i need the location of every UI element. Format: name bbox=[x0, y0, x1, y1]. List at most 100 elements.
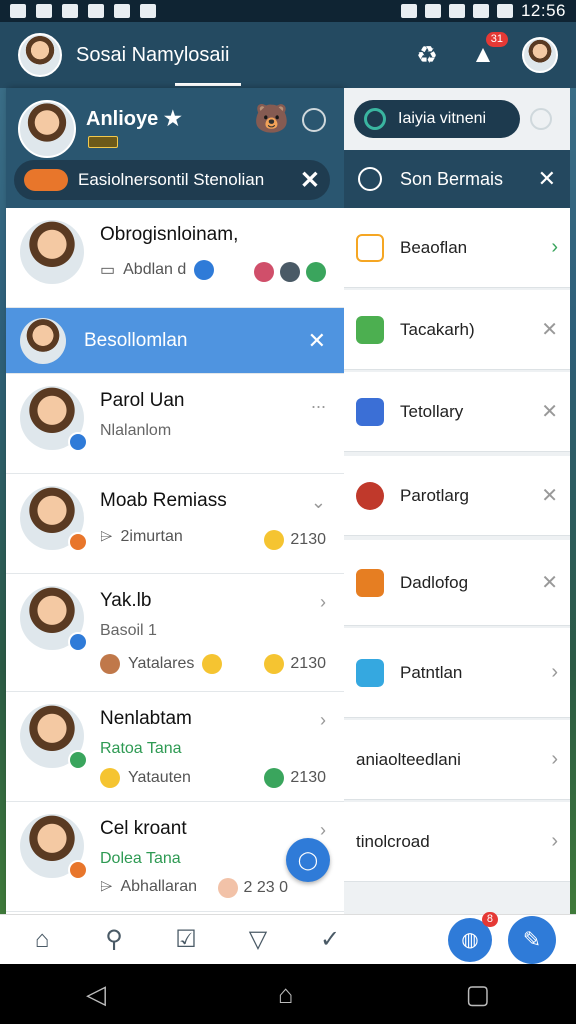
open-button[interactable]: › bbox=[320, 592, 326, 613]
panel-close-button[interactable]: ✕ bbox=[538, 166, 556, 192]
notice-text: Easiolnersontil Stenolian bbox=[78, 170, 265, 189]
recents-icon[interactable]: ▢ bbox=[465, 979, 490, 1010]
item-subtitle: Basoil 1 bbox=[100, 622, 157, 639]
item-title: Besollomlan bbox=[84, 330, 188, 351]
panel-title: Son Bermais bbox=[400, 168, 504, 189]
smile-icon bbox=[202, 654, 223, 674]
system-nav: ◁ ⌂ ▢ bbox=[0, 964, 576, 1024]
list-item[interactable]: Yak.lb Basoil 1 › Yatalares 2130 bbox=[6, 574, 344, 692]
panel-item[interactable]: Tetollary ✕ bbox=[344, 372, 570, 452]
battery-icon bbox=[496, 4, 513, 18]
panel-header: Son Bermais ✕ bbox=[344, 150, 570, 208]
list-item[interactable]: Nenlabtam Ratoa Tana › Yatauten 2130 bbox=[6, 692, 344, 802]
panel-item[interactable]: Patntlan › bbox=[344, 628, 570, 718]
status-badge bbox=[68, 432, 88, 452]
app-bar: Sosai Namylosaii ♻ ▲ 31 bbox=[0, 22, 576, 88]
panel-item[interactable]: aniaolteedlani › bbox=[344, 720, 570, 800]
refresh-button[interactable]: ♻ bbox=[410, 38, 444, 72]
panel-search[interactable]: Iaiyia vitneni bbox=[354, 100, 520, 138]
check-icon bbox=[356, 315, 384, 344]
back-icon[interactable]: ◁ bbox=[86, 979, 106, 1010]
nav-home[interactable]: ⌂ bbox=[20, 918, 64, 962]
item-meta: ▭ Abdlan d bbox=[100, 260, 215, 280]
item-count: 2130 bbox=[264, 654, 326, 674]
account-avatar[interactable] bbox=[522, 37, 558, 73]
panel-toggle-icon[interactable] bbox=[530, 108, 552, 130]
list-item[interactable]: Moab Remiass ⌲ 2imurtan ⌄ 2130 bbox=[6, 474, 344, 574]
user-avatar[interactable] bbox=[18, 100, 76, 158]
edit-button[interactable]: ✎ bbox=[508, 915, 556, 964]
compose-fab[interactable]: ◯ bbox=[286, 838, 330, 882]
home-system-icon[interactable]: ⌂ bbox=[278, 979, 294, 1010]
drawer-header: Anlioye ★ 🐻 Easiolnersontil Stenolian ✕ bbox=[6, 88, 344, 208]
panel-item[interactable]: Dadlofog ✕ bbox=[344, 540, 570, 626]
open-button[interactable]: › bbox=[320, 710, 326, 731]
list-item[interactable]: Obrogisnloinam, ▭ Abdlan d bbox=[6, 208, 344, 308]
bear-emoji-icon[interactable]: 🐻 bbox=[254, 102, 289, 135]
signal-icon bbox=[472, 4, 489, 18]
star-icon: ★ bbox=[163, 108, 182, 130]
tab-indicator bbox=[175, 83, 241, 86]
item-subtitle: Dolea Tana bbox=[100, 850, 181, 867]
nav-globe[interactable]: ◍ 8 bbox=[448, 911, 498, 962]
panel-item[interactable]: Parotlarg ✕ bbox=[344, 456, 570, 536]
reply-icon: ⌲ bbox=[100, 528, 113, 545]
item-title: Obrogisnloinam, bbox=[100, 224, 239, 245]
alarm-icon bbox=[424, 4, 441, 18]
item-subtitle: Nlalanlom bbox=[100, 422, 172, 439]
nav-filter[interactable]: ▽ bbox=[236, 918, 280, 962]
side-panel: Iaiyia vitneni Son Bermais ✕ Beaoflan › … bbox=[344, 88, 570, 914]
search-icon bbox=[364, 108, 386, 130]
moon-icon[interactable] bbox=[302, 108, 326, 132]
folder-icon: ▭ bbox=[100, 262, 116, 279]
panel-item[interactable]: Beaoflan › bbox=[344, 208, 570, 288]
mute-icon bbox=[400, 4, 417, 18]
smile-icon bbox=[264, 654, 285, 674]
smile-icon bbox=[264, 530, 285, 550]
item-title: Parol Uan bbox=[100, 390, 185, 411]
panel-item[interactable]: tinolcroad › bbox=[344, 802, 570, 882]
filter-icon: ▽ bbox=[248, 926, 268, 953]
expand-button[interactable]: ⌄ bbox=[311, 492, 326, 513]
inbox-icon: ☑ bbox=[175, 926, 197, 953]
globe-icon: ◍ bbox=[461, 929, 479, 951]
item-meta: Yatalares bbox=[100, 654, 223, 674]
facebook-icon bbox=[194, 260, 215, 280]
globe-badge: 8 bbox=[481, 911, 498, 927]
panel-item[interactable]: Tacakarh) ✕ bbox=[344, 290, 570, 370]
nav-search[interactable]: ⚲ bbox=[92, 918, 136, 962]
chart-icon bbox=[356, 397, 384, 426]
nav-inbox[interactable]: ☑ bbox=[164, 918, 208, 962]
photo-icon bbox=[62, 4, 78, 18]
ship-icon bbox=[280, 262, 300, 282]
profile-avatar[interactable] bbox=[18, 33, 62, 77]
flag-icon bbox=[24, 169, 68, 191]
item-subtitle: Ratoa Tana bbox=[100, 740, 182, 757]
wifi-icon bbox=[448, 4, 465, 18]
avatar bbox=[20, 220, 84, 284]
smile-icon bbox=[100, 768, 120, 788]
item-count: 2 23 0 bbox=[217, 878, 288, 898]
search-icon: ⚲ bbox=[105, 926, 123, 953]
notice-close-button[interactable]: ✕ bbox=[300, 166, 320, 195]
more-button[interactable]: ... bbox=[311, 392, 326, 413]
status-badge bbox=[68, 750, 88, 770]
list-item-active[interactable]: Besollomlan ✕ bbox=[6, 308, 344, 374]
app-icon bbox=[114, 4, 130, 18]
item-title: Nenlabtam bbox=[100, 708, 192, 729]
close-button[interactable]: ✕ bbox=[308, 328, 326, 354]
item-title: Moab Remiass bbox=[100, 490, 227, 511]
image-icon bbox=[10, 4, 26, 18]
status-notification-icons bbox=[10, 4, 156, 18]
item-reactions bbox=[254, 262, 326, 282]
open-button[interactable]: › bbox=[320, 820, 326, 841]
item-meta: ⌲ Abhallaran bbox=[100, 878, 197, 895]
list-item[interactable]: Parol Uan Nlalanlom ... bbox=[6, 374, 344, 474]
user-name: Anlioye ★ bbox=[86, 108, 182, 130]
item-count: 2130 bbox=[264, 530, 326, 550]
notice-bar[interactable]: Easiolnersontil Stenolian ✕ bbox=[14, 160, 330, 200]
status-icon bbox=[306, 262, 326, 282]
notifications-button[interactable]: ▲ 31 bbox=[466, 32, 508, 72]
nav-tasks[interactable]: ✓ bbox=[308, 918, 352, 962]
eye-icon bbox=[88, 4, 104, 18]
